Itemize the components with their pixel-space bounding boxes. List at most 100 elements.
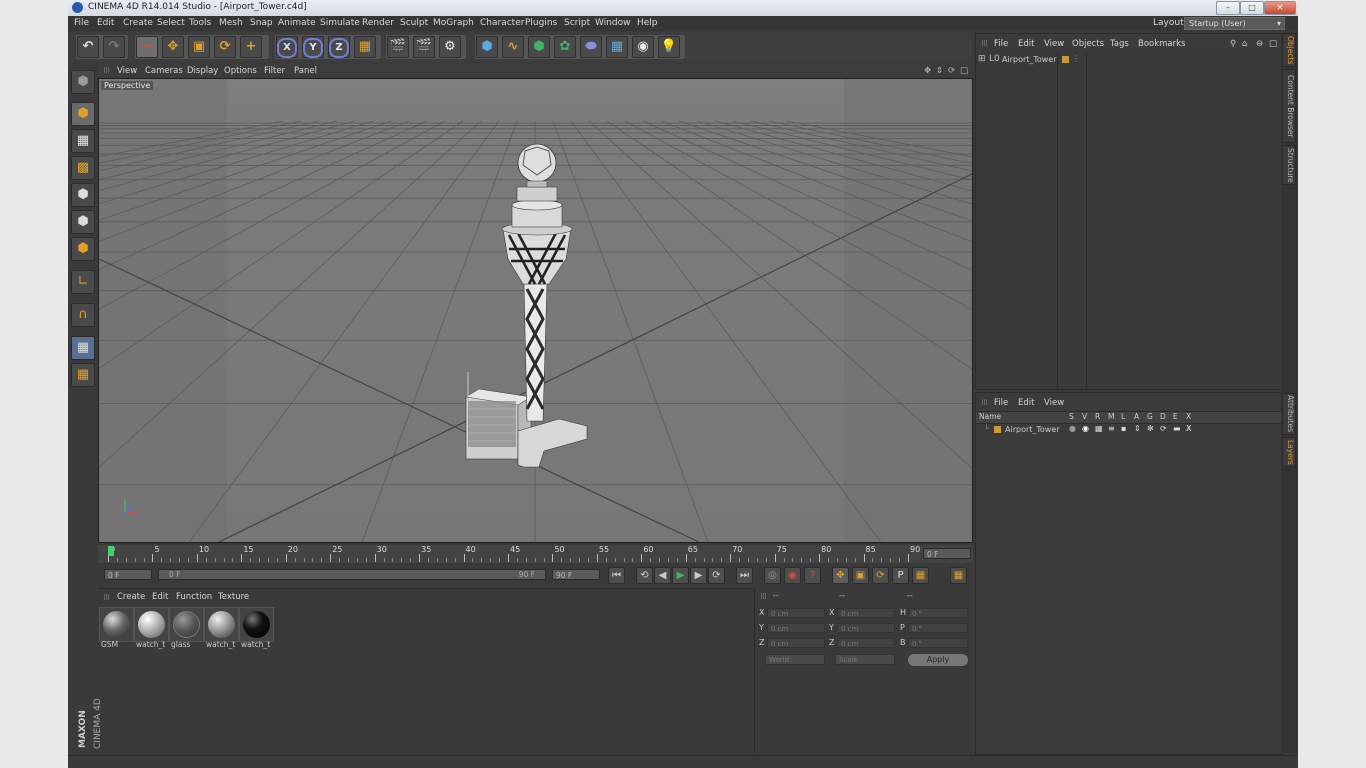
- record-parameter-icon[interactable]: P: [892, 567, 909, 584]
- material-menu-function[interactable]: Function: [176, 592, 212, 602]
- move-icon[interactable]: ✥: [162, 36, 184, 58]
- pos-y-field[interactable]: 0 cm: [767, 623, 825, 633]
- cube-icon[interactable]: ⬢: [476, 36, 498, 58]
- rotate-icon[interactable]: ⟳: [214, 36, 236, 58]
- material-swatch[interactable]: [204, 607, 239, 642]
- menu-mesh[interactable]: Mesh: [219, 18, 243, 28]
- layer-menu-file[interactable]: File: [994, 398, 1008, 408]
- record-rotation-icon[interactable]: ⟳: [872, 567, 889, 584]
- material-swatch[interactable]: [239, 607, 274, 642]
- record-scale-icon[interactable]: ▣: [852, 567, 869, 584]
- timeline[interactable]: 051015202530354045505560657075808590 0 F: [98, 545, 973, 563]
- layer-menu-view[interactable]: View: [1044, 398, 1064, 408]
- animation-toggle-icon[interactable]: ⇕: [1134, 424, 1141, 433]
- expand-icon[interactable]: ⊞: [978, 54, 986, 64]
- visibility-dots-icon[interactable]: ⋮: [1072, 54, 1080, 63]
- render-view-icon[interactable]: 🎬: [387, 36, 409, 58]
- close-button[interactable]: ✕: [1264, 1, 1296, 15]
- apply-button[interactable]: Apply: [908, 654, 968, 666]
- view-toggle-icon[interactable]: ◉: [1082, 424, 1089, 433]
- cloner-icon[interactable]: ✿: [554, 36, 576, 58]
- record-pla-icon[interactable]: ▦: [912, 567, 929, 584]
- floor-icon[interactable]: ▦: [606, 36, 628, 58]
- object-menu-view[interactable]: View: [1044, 39, 1064, 49]
- go-to-end-icon[interactable]: ⏭: [736, 567, 753, 584]
- tree-row[interactable]: ⊞ L0 Airport_Tower ⋮: [978, 54, 1278, 66]
- spline-pen-icon[interactable]: ∿: [502, 36, 524, 58]
- object-menu-bookmarks[interactable]: Bookmarks: [1138, 39, 1186, 49]
- size-mode-select[interactable]: Scale: [835, 654, 895, 665]
- previous-key-icon[interactable]: ⟲: [636, 567, 653, 584]
- material-menu-texture[interactable]: Texture: [218, 592, 249, 602]
- menu-select[interactable]: Select: [157, 18, 185, 28]
- axis-x-lock-button[interactable]: X: [276, 36, 298, 58]
- rot-h-field[interactable]: 0 °: [908, 608, 968, 618]
- panel-collapse-icon[interactable]: ⊖: [1256, 39, 1263, 49]
- menu-plugins[interactable]: Plugins: [525, 18, 557, 28]
- autokeying-icon[interactable]: ◉: [784, 567, 801, 584]
- object-menu-objects[interactable]: Objects: [1072, 39, 1104, 49]
- end-frame-field[interactable]: 90 F: [552, 569, 600, 580]
- manager-toggle-icon[interactable]: ≡: [1108, 424, 1115, 433]
- menu-render[interactable]: Render: [362, 18, 394, 28]
- light-icon[interactable]: 💡: [658, 36, 680, 58]
- viewport-nav-rotate-icon[interactable]: ⟳: [948, 66, 955, 76]
- menu-simulate[interactable]: Simulate: [320, 18, 360, 28]
- snap-magnet-icon[interactable]: ∩: [71, 303, 95, 327]
- planar-workplane-icon[interactable]: ▦: [71, 363, 95, 387]
- scale-icon[interactable]: ▣: [188, 36, 210, 58]
- next-key-icon[interactable]: ⟳: [708, 567, 725, 584]
- coordinate-system-icon[interactable]: ▦: [354, 36, 376, 58]
- viewport-nav-zoom-icon[interactable]: ⇕: [936, 66, 943, 76]
- panel-maximize-icon[interactable]: □: [1269, 39, 1277, 49]
- redo-icon[interactable]: ↷: [103, 36, 125, 58]
- play-icon[interactable]: ▶: [672, 567, 689, 584]
- timeline-playhead[interactable]: [108, 546, 114, 556]
- viewport-menu-display[interactable]: Display: [187, 66, 218, 76]
- object-menu-edit[interactable]: Edit: [1018, 39, 1034, 49]
- deformer-icon[interactable]: ⬬: [580, 36, 602, 58]
- undo-icon[interactable]: ↶: [77, 36, 99, 58]
- locked-toggle-icon[interactable]: ▪: [1121, 424, 1126, 433]
- menu-animate[interactable]: Animate: [278, 18, 316, 28]
- generators-toggle-icon[interactable]: ✻: [1147, 424, 1154, 433]
- object-menu-tags[interactable]: Tags: [1110, 39, 1129, 49]
- subdivision-surface-icon[interactable]: ⬢: [528, 36, 550, 58]
- viewport-menu-panel[interactable]: Panel: [294, 66, 317, 76]
- next-frame-icon[interactable]: ▶: [690, 567, 707, 584]
- pos-z-field[interactable]: 0 cm: [767, 638, 825, 648]
- record-position-icon[interactable]: ✥: [832, 567, 849, 584]
- texture-mode-icon[interactable]: ▦: [71, 129, 95, 153]
- viewport-nav-move-icon[interactable]: ✥: [924, 66, 931, 76]
- menu-mograph[interactable]: MoGraph: [433, 18, 474, 28]
- axis-z-lock-button[interactable]: Z: [328, 36, 350, 58]
- maximize-button[interactable]: □: [1240, 1, 1264, 15]
- keyframe-selection-icon[interactable]: ?: [804, 567, 821, 584]
- workplane-icon[interactable]: ▩: [71, 156, 95, 180]
- material-menu-edit[interactable]: Edit: [152, 592, 168, 602]
- menu-window[interactable]: Window: [595, 18, 631, 28]
- search-icon[interactable]: ⚲: [1230, 39, 1236, 49]
- expressions-toggle-icon[interactable]: ▬: [1173, 424, 1181, 433]
- deformers-toggle-icon[interactable]: ⟳: [1160, 424, 1167, 433]
- tab-objects[interactable]: Objects: [1282, 33, 1296, 67]
- minimize-button[interactable]: –: [1216, 1, 1240, 15]
- make-editable-icon[interactable]: ⬢: [71, 70, 95, 94]
- material-swatch[interactable]: [169, 607, 204, 642]
- tab-layers[interactable]: Layers: [1282, 437, 1296, 467]
- layer-name[interactable]: Airport_Tower: [1005, 425, 1060, 434]
- tab-content-browser[interactable]: Content Browser: [1282, 69, 1296, 143]
- menu-script[interactable]: Script: [564, 18, 590, 28]
- menu-create[interactable]: Create: [123, 18, 153, 28]
- frame-range-slider[interactable]: 0 F 90 F: [158, 569, 546, 580]
- layer-menu-edit[interactable]: Edit: [1018, 398, 1034, 408]
- polygons-mode-icon[interactable]: ⬢: [71, 237, 95, 261]
- current-frame-field[interactable]: 0 F: [923, 548, 971, 559]
- layout-select[interactable]: Startup (User) ▾: [1184, 17, 1285, 30]
- material-swatch[interactable]: [99, 607, 134, 642]
- size-z-field[interactable]: 0 cm: [837, 638, 895, 648]
- coordinate-space-select[interactable]: World: [765, 654, 825, 665]
- camera-icon[interactable]: ◉: [632, 36, 654, 58]
- menu-sculpt[interactable]: Sculpt: [400, 18, 428, 28]
- size-y-field[interactable]: 0 cm: [837, 623, 895, 633]
